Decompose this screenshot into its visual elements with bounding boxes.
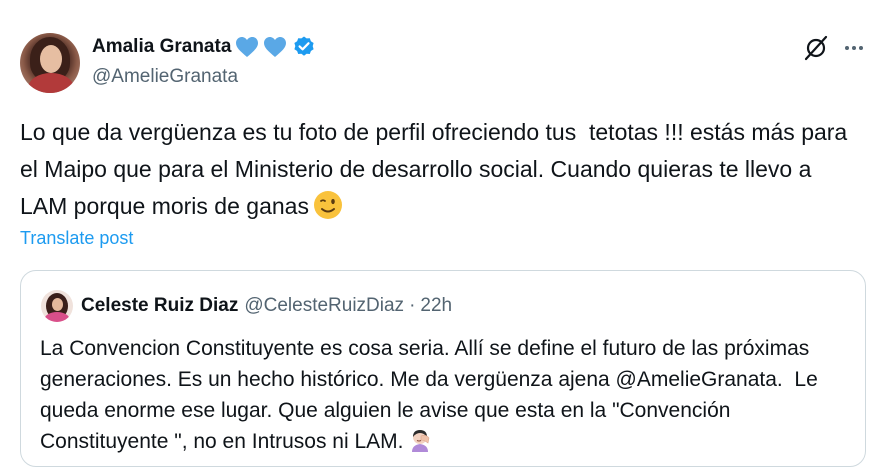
translate-post-link[interactable]: Translate post (20, 228, 133, 249)
quoted-author-name[interactable]: Celeste Ruiz Diaz (81, 295, 238, 317)
author-avatar[interactable] (20, 33, 80, 93)
author-name[interactable]: Amalia Granata (92, 36, 231, 58)
blue-heart-icon (236, 37, 259, 57)
quoted-author-handle[interactable]: @CelesteRuizDiaz (244, 295, 404, 317)
more-options-icon[interactable] (840, 34, 868, 62)
quoted-post-time[interactable]: 22h (420, 295, 452, 317)
quoted-post-header: Celeste Ruiz Diaz @CelesteRuizDiaz · 22h (81, 293, 452, 319)
woman-facepalming-icon (412, 430, 430, 452)
post-text: Lo que da vergüenza es tu foto de perfil… (20, 114, 850, 225)
winking-face-icon (313, 191, 342, 219)
verified-badge-icon[interactable] (292, 35, 316, 59)
blue-heart-icon (264, 37, 287, 57)
quoted-post-text: La Convencion Constituyente es cosa seri… (40, 333, 855, 457)
author-handle[interactable]: @AmelieGranata (92, 66, 238, 88)
post: Amalia Granata @AmelieGranata Lo que da … (0, 0, 873, 476)
quoted-author-avatar[interactable] (41, 290, 73, 322)
post-text-content: Lo que da vergüenza es tu foto de perfil… (20, 119, 854, 219)
author-name-row: Amalia Granata (92, 33, 316, 61)
separator-dot: · (409, 295, 416, 316)
grok-icon[interactable] (802, 34, 830, 62)
quoted-post[interactable]: Celeste Ruiz Diaz @CelesteRuizDiaz · 22h… (20, 270, 866, 467)
